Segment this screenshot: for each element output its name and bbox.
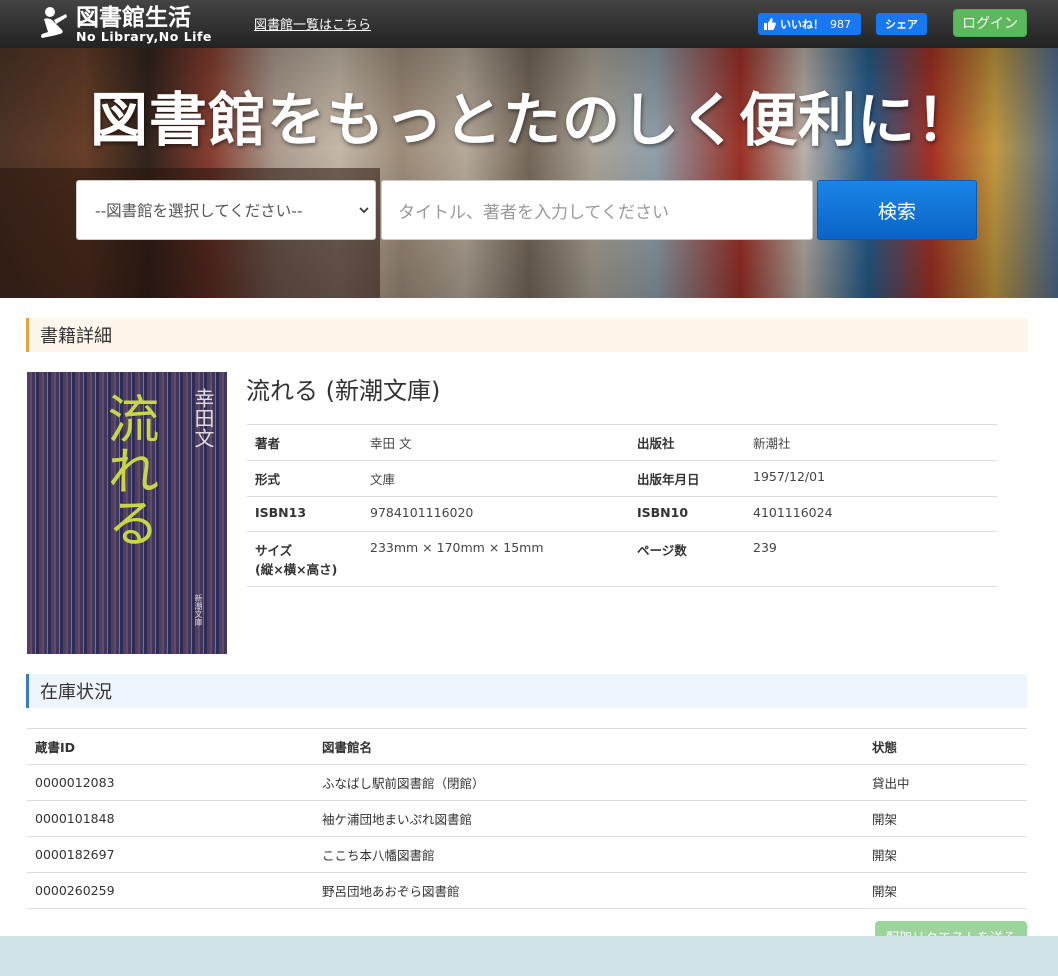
chevron-down-icon: [359, 207, 369, 214]
table-row: 0000101848 袖ケ浦団地まいぷれ図書館 開架: [27, 800, 1027, 837]
detail-value: 4101116024: [745, 496, 997, 532]
book-detail-table: 著者 幸田 文 出版社 新潮社 形式 文庫 出版年月日 1957/12/01 I…: [247, 424, 997, 587]
book-detail-heading: 書籍詳細: [26, 318, 1027, 352]
logo-subtitle: No Library,No Life: [76, 29, 212, 44]
table-row: サイズ (縦×横×高さ) 233mm × 170mm × 15mm ページ数 2…: [247, 531, 997, 587]
library-name: ここち本八幡図書館: [314, 836, 864, 873]
library-select-value: --図書館を選択してください--: [95, 202, 303, 220]
detail-key: 出版年月日: [629, 460, 745, 497]
detail-value: 239: [745, 531, 997, 587]
library-name: 野呂団地あおぞら図書館: [314, 872, 864, 909]
navbar: 図書館生活 No Library,No Life 図書館一覧はこちら いいね！ …: [0, 0, 1058, 48]
facebook-like-label: いいね！: [780, 18, 824, 31]
table-header-row: 蔵書ID 図書館名 状態: [27, 728, 1027, 765]
detail-key: ISBN10: [629, 496, 745, 532]
detail-key: ISBN13: [247, 496, 362, 532]
holding-id: 0000260259: [27, 872, 314, 909]
thumbs-up-icon: [764, 18, 776, 30]
login-button[interactable]: ログイン: [953, 9, 1027, 37]
detail-key: サイズ (縦×横×高さ): [247, 531, 362, 587]
hero-title: 図書館をもっとたのしく便利に！: [90, 86, 976, 154]
table-row: 0000260259 野呂団地あおぞら図書館 開架: [27, 872, 1027, 909]
holding-status: 開架: [864, 800, 1027, 837]
column-header-library: 図書館名: [314, 728, 864, 765]
holding-id: 0000012083: [27, 764, 314, 801]
library-name: ふなばし駅前図書館（閉館）: [314, 764, 864, 801]
detail-key: 出版社: [629, 424, 745, 461]
detail-key: 著者: [247, 424, 362, 461]
facebook-share-button[interactable]: シェア: [876, 13, 927, 35]
detail-key: ページ数: [629, 531, 745, 587]
table-row: 0000012083 ふなばし駅前図書館（閉館） 貸出中: [27, 764, 1027, 801]
stock-table: 蔵書ID 図書館名 状態 0000012083 ふなばし駅前図書館（閉館） 貸出…: [27, 728, 1027, 909]
detail-key: 形式: [247, 460, 362, 497]
column-header-id: 蔵書ID: [27, 728, 314, 765]
cover-title: 流れる: [98, 392, 158, 548]
detail-value: 9784101116020: [362, 496, 629, 532]
cover-publisher-mark: 新潮文庫: [194, 594, 203, 626]
search-button[interactable]: 検索: [817, 180, 977, 240]
library-list-link[interactable]: 図書館一覧はこちら: [254, 14, 371, 33]
holding-status: 貸出中: [864, 764, 1027, 801]
hero-banner: 図書館をもっとたのしく便利に！ --図書館を選択してください-- タイトル、著者…: [0, 48, 1058, 298]
library-name: 袖ケ浦団地まいぷれ図書館: [314, 800, 864, 837]
table-row: 著者 幸田 文 出版社 新潮社: [247, 424, 997, 461]
facebook-like-button[interactable]: いいね！ 987: [758, 13, 861, 35]
detail-value: 1957/12/01: [745, 460, 997, 497]
detail-value: 文庫: [362, 460, 629, 497]
logo-title: 図書館生活: [76, 5, 191, 31]
table-row: 形式 文庫 出版年月日 1957/12/01: [247, 460, 997, 497]
reading-person-icon: [41, 7, 67, 38]
detail-value: 233mm × 170mm × 15mm: [362, 531, 629, 587]
footer-overlay: [0, 936, 1058, 976]
cover-author: 幸田文: [191, 388, 215, 448]
table-row: 0000182697 ここち本八幡図書館 開架: [27, 836, 1027, 873]
book-cover-image: 流れる 幸田文 新潮文庫: [27, 372, 227, 654]
holding-status: 開架: [864, 872, 1027, 909]
detail-key-main: サイズ: [255, 543, 293, 558]
detail-value: 幸田 文: [362, 424, 629, 461]
detail-value: 新潮社: [745, 424, 997, 461]
holding-id: 0000182697: [27, 836, 314, 873]
search-placeholder: タイトル、著者を入力してください: [398, 202, 669, 223]
table-row: ISBN13 9784101116020 ISBN10 4101116024: [247, 496, 997, 532]
column-header-status: 状態: [864, 728, 1027, 765]
holding-status: 開架: [864, 836, 1027, 873]
site-logo[interactable]: 図書館生活 No Library,No Life: [38, 4, 228, 46]
search-input[interactable]: タイトル、著者を入力してください: [381, 180, 813, 240]
stock-heading: 在庫状況: [26, 674, 1027, 708]
book-title: 流れる (新潮文庫): [246, 377, 441, 405]
facebook-like-count: 987: [830, 17, 851, 31]
holding-id: 0000101848: [27, 800, 314, 837]
detail-key-sub: (縦×横×高さ): [255, 562, 338, 577]
library-select[interactable]: --図書館を選択してください--: [76, 180, 376, 240]
